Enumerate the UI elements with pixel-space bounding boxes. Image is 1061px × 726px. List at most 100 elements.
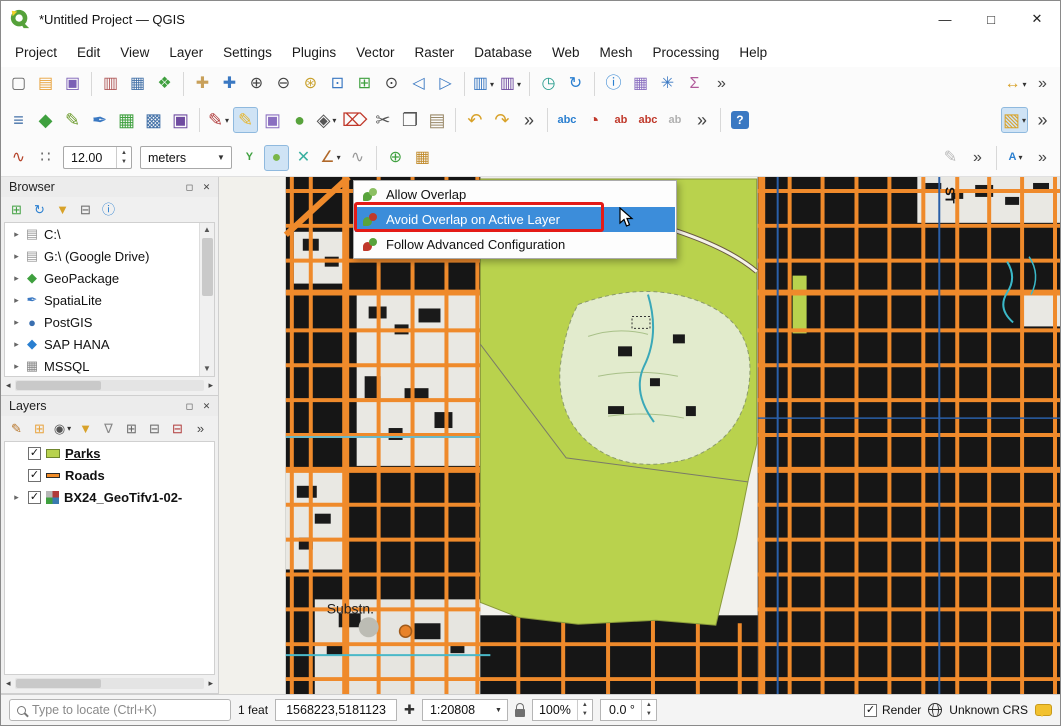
toolbar-overflow-4[interactable]: » — [689, 107, 714, 133]
menu-edit[interactable]: Edit — [67, 40, 110, 65]
browser-item-drive-c[interactable]: ▸▤C:\ — [5, 223, 214, 245]
current-edits-dropdown[interactable]: ▾ — [225, 116, 229, 125]
auto-labeling[interactable]: A▾ — [1003, 145, 1028, 171]
manage-map-themes-dropdown[interactable]: ▾ — [67, 424, 71, 433]
avoid-overlap-menu-button[interactable]: ● — [264, 145, 289, 171]
expand-chevron-icon[interactable]: ▸ — [10, 295, 23, 306]
lock-scale-icon[interactable] — [515, 709, 525, 717]
browser-item-postgis[interactable]: ▸●PostGIS — [5, 311, 214, 333]
zoom-to-layer[interactable]: ⊞ — [352, 71, 377, 97]
new-3d-map-view-dropdown[interactable]: ▾ — [517, 80, 521, 89]
new-map-view[interactable]: ▥▾ — [471, 71, 496, 97]
spinner-steppers[interactable]: ▲▼ — [577, 700, 592, 720]
browser-item-drive-g[interactable]: ▸▤G:\ (Google Drive) — [5, 245, 214, 267]
move-label[interactable]: ab — [662, 107, 687, 133]
remove-layer[interactable]: ⊟ — [167, 418, 188, 439]
new-mesh-layer[interactable]: ▩ — [141, 107, 166, 133]
help[interactable]: ? — [727, 107, 752, 133]
current-edits[interactable]: ✎▾ — [206, 107, 231, 133]
snapping-mode[interactable]: ∷ — [33, 145, 58, 171]
temporal-controller[interactable]: ◷ — [536, 71, 561, 97]
zoom-native[interactable]: ⊙ — [379, 71, 404, 97]
refresh-map[interactable]: ↻ — [563, 71, 588, 97]
pan-to-selection[interactable]: ✚ — [217, 71, 242, 97]
menu-mesh[interactable]: Mesh — [590, 40, 643, 65]
browser-add-layers[interactable]: ⊞ — [6, 199, 27, 220]
collapse-all[interactable]: ⊟ — [144, 418, 165, 439]
expand-chevron-icon[interactable]: ▸ — [10, 251, 23, 262]
menu-processing[interactable]: Processing — [643, 40, 730, 65]
spinner-steppers[interactable]: ▲▼ — [116, 147, 131, 168]
layer-item-bx24-geotif[interactable]: ▸✓BX24_GeoTifv1-02- — [5, 486, 214, 508]
layers-close-button[interactable]: ✕ — [199, 399, 214, 414]
snapping-on-intersection[interactable]: ✕ — [291, 145, 316, 171]
enable-tracing[interactable]: ∿ — [345, 145, 370, 171]
menu-web[interactable]: Web — [542, 40, 590, 65]
expand-chevron-icon[interactable]: ▸ — [10, 361, 23, 372]
scroll-thumb[interactable] — [202, 238, 213, 296]
browser-item-sap-hana[interactable]: ▸◆SAP HANA — [5, 333, 214, 355]
measure-line[interactable]: ↔▾ — [1003, 71, 1028, 97]
advanced-digitizing[interactable]: ✎ — [938, 145, 963, 171]
find-feature[interactable]: ⊕ — [383, 145, 408, 171]
browser-filter[interactable]: ▼ — [52, 199, 73, 220]
zoom-next[interactable]: ▷ — [433, 71, 458, 97]
browser-item-spatialite[interactable]: ▸✒SpatiaLite — [5, 289, 214, 311]
expand-chevron-icon[interactable]: ▸ — [10, 317, 23, 328]
pan-map[interactable]: ✚ — [190, 71, 215, 97]
paste-features[interactable]: ▤ — [424, 107, 449, 133]
zoom-last[interactable]: ◁ — [406, 71, 431, 97]
expand-all[interactable]: ⊞ — [121, 418, 142, 439]
new-virtual-layer[interactable]: ▣ — [168, 107, 193, 133]
open-data-source-manager[interactable]: ≡ — [6, 107, 31, 133]
spinner-steppers[interactable]: ▲▼ — [641, 700, 656, 720]
menu-project[interactable]: Project — [5, 40, 67, 65]
crs-globe-icon[interactable] — [928, 703, 942, 717]
magnifier-spinner[interactable]: 100% ▲▼ — [532, 699, 593, 721]
snapping-tolerance-spinner[interactable]: 12.00 ▲▼ — [63, 146, 132, 169]
open-project[interactable]: ▤ — [33, 71, 58, 97]
close-button[interactable]: ✕ — [1014, 1, 1060, 37]
open-layer-styling[interactable]: ✎ — [6, 418, 27, 439]
chevron-down-icon[interactable]: ▼ — [211, 153, 231, 162]
tracing-offset-dropdown[interactable]: ▾ — [337, 153, 341, 162]
topological-editing[interactable]: Y — [237, 145, 262, 171]
undo[interactable]: ↶ — [462, 107, 487, 133]
map-area[interactable]: Substn. ST Allow OverlapAvoid Overlap on… — [219, 177, 1060, 694]
layer-item-parks[interactable]: ✓Parks — [5, 442, 214, 464]
menu-layer[interactable]: Layer — [159, 40, 213, 65]
rotation-spinner[interactable]: 0.0 ° ▲▼ — [600, 699, 657, 721]
menu-view[interactable]: View — [110, 40, 159, 65]
save-project[interactable]: ▣ — [60, 71, 85, 97]
render-checkbox[interactable]: ✓ Render — [864, 703, 921, 717]
select-features-by-area-dropdown[interactable]: ▾ — [1022, 116, 1026, 125]
menu-item-follow-advanced-configuration[interactable]: Follow Advanced Configuration — [355, 232, 675, 257]
filter-by-expression[interactable]: ∇ — [98, 418, 119, 439]
copy-features[interactable]: ❐ — [397, 107, 422, 133]
open-attribute-table[interactable]: ▦ — [628, 71, 653, 97]
snapping-units-combo[interactable]: meters ▼ — [140, 146, 232, 169]
tracing-offset[interactable]: ∠▾ — [318, 145, 343, 171]
vertex-tool[interactable]: ◈▾ — [314, 107, 339, 133]
select-features-by-area[interactable]: ▧▾ — [1001, 107, 1028, 133]
snapping-toggle[interactable]: ∿ — [6, 145, 31, 171]
menu-database[interactable]: Database — [464, 40, 542, 65]
vertex-tool-dropdown[interactable]: ▾ — [332, 116, 336, 125]
browser-close-button[interactable]: ✕ — [199, 180, 214, 195]
menu-item-allow-overlap[interactable]: Allow Overlap — [355, 182, 675, 207]
layers-float-button[interactable]: ◻ — [182, 399, 197, 414]
identify-features[interactable]: ⓘ — [601, 71, 626, 97]
options[interactable]: ✳ — [655, 71, 680, 97]
scale-combo[interactable]: 1:20808 ▼ — [422, 699, 508, 721]
coordinate-input[interactable]: 1568223,5181123 — [275, 699, 397, 721]
expand-chevron-icon[interactable]: ▸ — [10, 339, 23, 350]
browser-hscrollbar[interactable]: ◂ ▸ — [4, 378, 215, 393]
new-print-layout[interactable]: ▥ — [98, 71, 123, 97]
new-spatialite-layer[interactable]: ✒ — [87, 107, 112, 133]
zoom-out[interactable]: ⊖ — [271, 71, 296, 97]
scroll-right-icon[interactable]: ▸ — [206, 678, 215, 689]
extents-toggle-icon[interactable]: ✚ — [404, 702, 415, 718]
zoom-to-selection[interactable]: ⊡ — [325, 71, 350, 97]
new-shapefile-layer[interactable]: ✎ — [60, 107, 85, 133]
toolbar-overflow-1[interactable]: » — [709, 71, 734, 97]
